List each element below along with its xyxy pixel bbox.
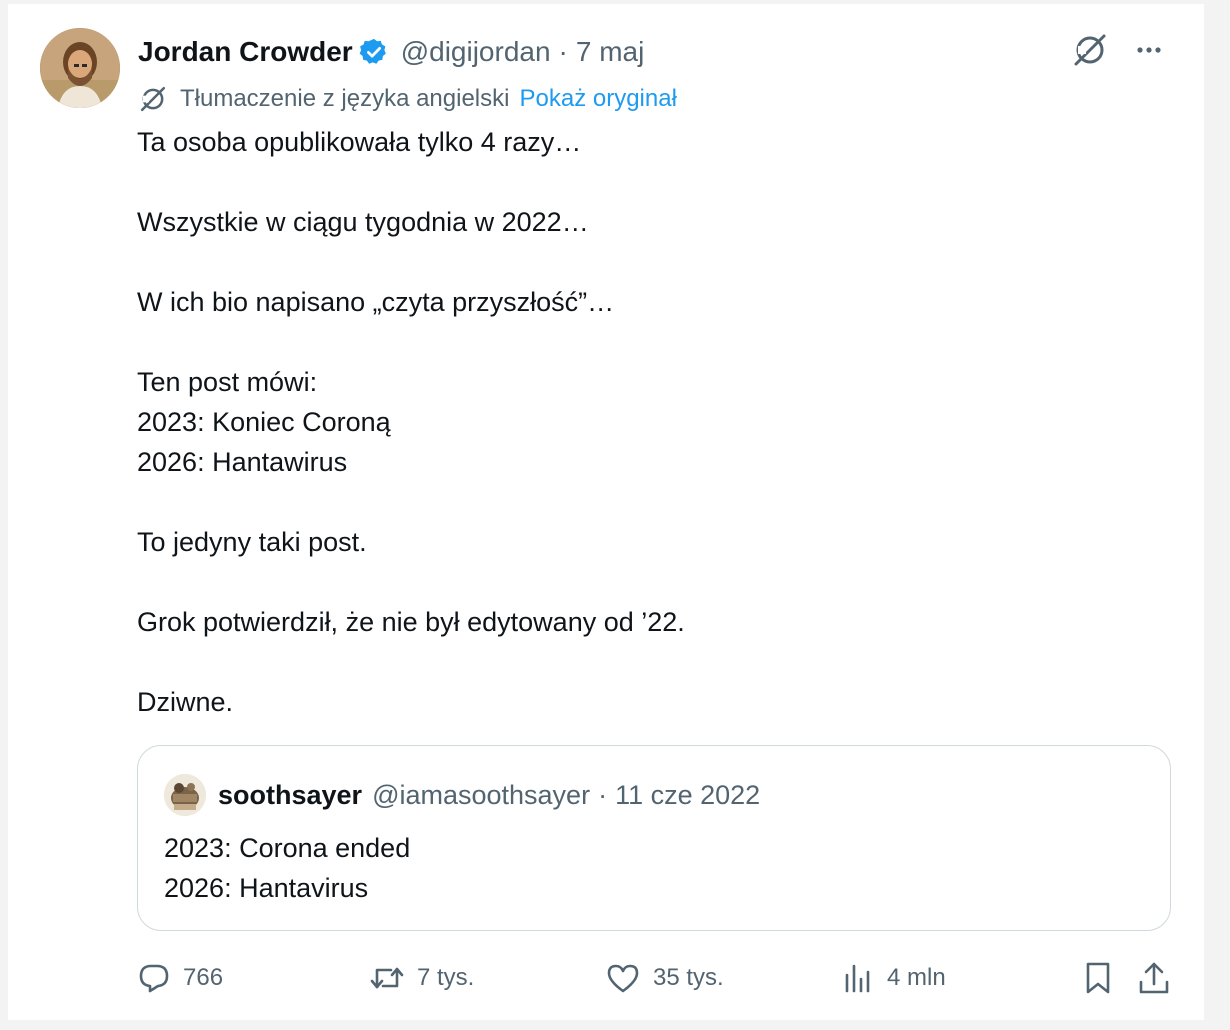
grok-icon[interactable] [1072,32,1108,68]
show-original-link[interactable]: Pokaż oryginał [519,85,676,113]
quoted-author-handle[interactable]: @iamasoothsayer [372,780,590,811]
top-right-icons [1072,32,1164,68]
post-line: Wszystkie w ciągu tygodnia w 2022… [137,207,589,237]
author-name[interactable]: Jordan Crowder [138,36,353,68]
like-count: 35 tys. [653,964,724,991]
post-text: Ta osoba opublikowała tylko 4 razy… Wszy… [137,122,1157,722]
author-handle[interactable]: @digijordan [401,36,551,68]
translate-icon [138,84,168,114]
quoted-author-name[interactable]: soothsayer [218,780,362,811]
post-date[interactable]: 7 maj [576,36,644,68]
header-separator: · [558,36,568,67]
post-line [137,482,1157,522]
repost-button[interactable]: 7 tys. [369,958,474,998]
views-button[interactable]: 4 mln [841,958,946,998]
translation-label: Tłumaczenie z języka angielski [180,85,510,112]
quoted-line: 2023: Corona ended [164,833,411,863]
action-bar: 766 7 tys. 35 tys. 4 mln [137,958,1171,998]
post-line: 2023: Koniec Coroną [137,407,391,437]
views-count: 4 mln [887,964,946,991]
reply-count: 766 [183,964,224,991]
share-button[interactable] [1137,958,1171,998]
author-avatar[interactable] [40,28,120,108]
post-line: 2026: Hantawirus [137,447,348,477]
quoted-post-date[interactable]: 11 cze 2022 [615,780,760,811]
reply-icon [137,961,171,995]
post-line: To jedyny taki post. [137,527,367,557]
more-icon[interactable] [1134,35,1164,65]
quoted-header-separator: · [598,779,608,810]
like-icon [605,961,641,995]
bookmark-icon [1081,960,1115,996]
quoted-post-text: 2023: Corona ended 2026: Hantavirus [164,828,410,908]
post-line: Ten post mówi: [137,367,318,397]
quoted-line: 2026: Hantavirus [164,873,369,903]
post-header: Jordan Crowder @digijordan · 7 maj [138,32,644,72]
verified-badge-icon[interactable] [359,37,389,67]
views-icon [841,961,875,995]
like-button[interactable]: 35 tys. [605,958,724,998]
quoted-author-avatar [164,774,206,816]
repost-count: 7 tys. [417,964,475,991]
post-line [137,242,1157,282]
post-line: Grok potwierdził, że nie był edytowany o… [137,607,685,637]
quoted-post[interactable]: soothsayer @iamasoothsayer · 11 cze 2022… [137,745,1171,931]
post-line [137,642,1157,682]
post-line: W ich bio napisano „czyta przyszłość”… [137,287,615,317]
share-icon [1137,960,1171,996]
translation-bar: Tłumaczenie z języka angielski Pokaż ory… [138,82,677,116]
tweet-card[interactable]: Jordan Crowder @digijordan · 7 maj Tłuma… [8,4,1204,1020]
reply-button[interactable]: 766 [137,958,223,998]
quoted-post-header: soothsayer @iamasoothsayer · 11 cze 2022 [164,774,760,816]
repost-icon [369,961,405,995]
post-line: Ta osoba opublikowała tylko 4 razy… [137,127,582,157]
post-line: Dziwne. [137,687,234,717]
post-line [137,562,1157,602]
post-line [137,322,1157,362]
post-line [137,162,1157,202]
bookmark-button[interactable] [1081,958,1115,998]
